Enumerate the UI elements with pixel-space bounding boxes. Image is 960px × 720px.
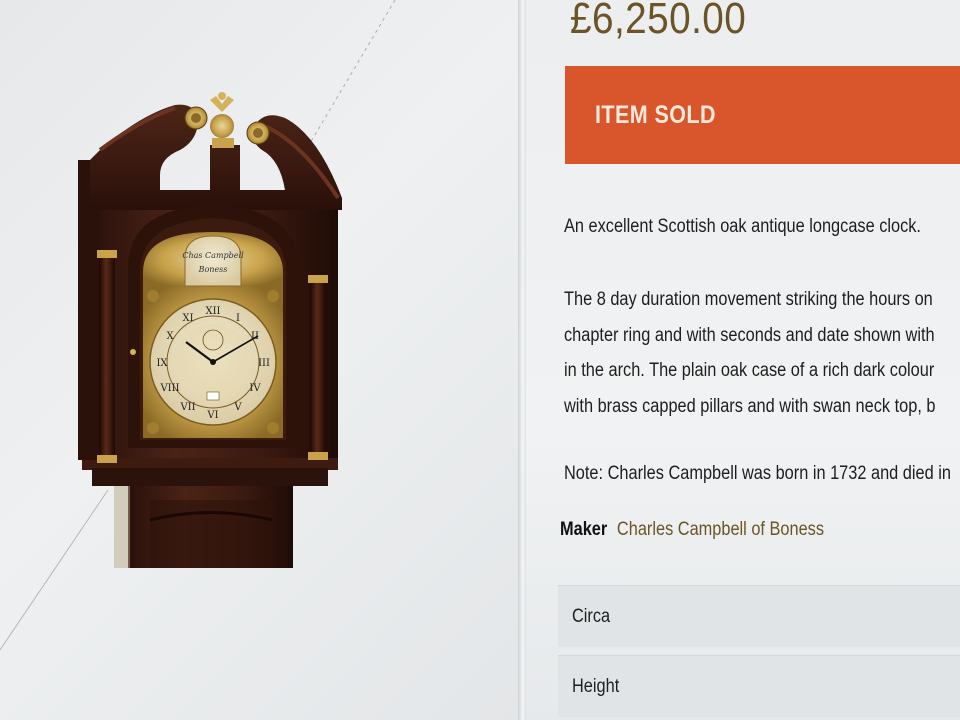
- product-price: £6,250.00: [570, 0, 747, 43]
- spec-label: Height: [572, 675, 620, 697]
- dial-maker-town: Boness: [198, 265, 228, 274]
- spec-label: Circa: [572, 605, 611, 627]
- description-line: with brass capped pillars and with swan …: [564, 395, 936, 417]
- product-details-panel: £6,250.00 ITEM SOLD An excellent Scottis…: [526, 0, 960, 720]
- description-line: in the arch. The plain oak case of a ric…: [564, 360, 935, 381]
- description-line: chapter ring and with seconds and date s…: [564, 324, 935, 346]
- description-paragraph: The 8 day duration movement striking the…: [564, 282, 935, 424]
- spec-row-circa[interactable]: Circa: [558, 585, 960, 647]
- dial-maker-name: Chas Campbell: [182, 251, 244, 260]
- maker-row: Maker Charles Campbell of Boness: [560, 519, 824, 541]
- svg-text:IV: IV: [249, 383, 261, 394]
- item-sold-banner: ITEM SOLD: [565, 66, 960, 164]
- svg-text:X: X: [166, 331, 174, 342]
- svg-text:I: I: [236, 313, 240, 324]
- description-note: Note: Charles Campbell was born in 1732 …: [564, 463, 951, 484]
- svg-text:VIII: VIII: [159, 383, 179, 394]
- longcase-clock-image[interactable]: Chas Campbell Boness XII VI IX III I II …: [0, 0, 520, 720]
- screen-divider: [518, 0, 526, 720]
- item-sold-label: ITEM SOLD: [595, 100, 716, 129]
- maker-value[interactable]: Charles Campbell of Boness: [617, 519, 824, 540]
- maker-label: Maker: [560, 519, 608, 540]
- description-intro: An excellent Scottish oak antique longca…: [564, 216, 921, 237]
- svg-text:V: V: [233, 402, 242, 413]
- svg-text:XI: XI: [182, 313, 193, 324]
- svg-text:IX: IX: [156, 358, 168, 369]
- svg-text:VI: VI: [206, 410, 218, 421]
- svg-text:XII: XII: [205, 306, 220, 317]
- svg-text:III: III: [258, 358, 270, 369]
- product-image-panel: Chas Campbell Boness XII VI IX III I II …: [0, 0, 520, 720]
- description-line: The 8 day duration movement striking the…: [564, 289, 933, 310]
- spec-row-height[interactable]: Height: [558, 655, 960, 717]
- svg-text:VII: VII: [179, 402, 195, 413]
